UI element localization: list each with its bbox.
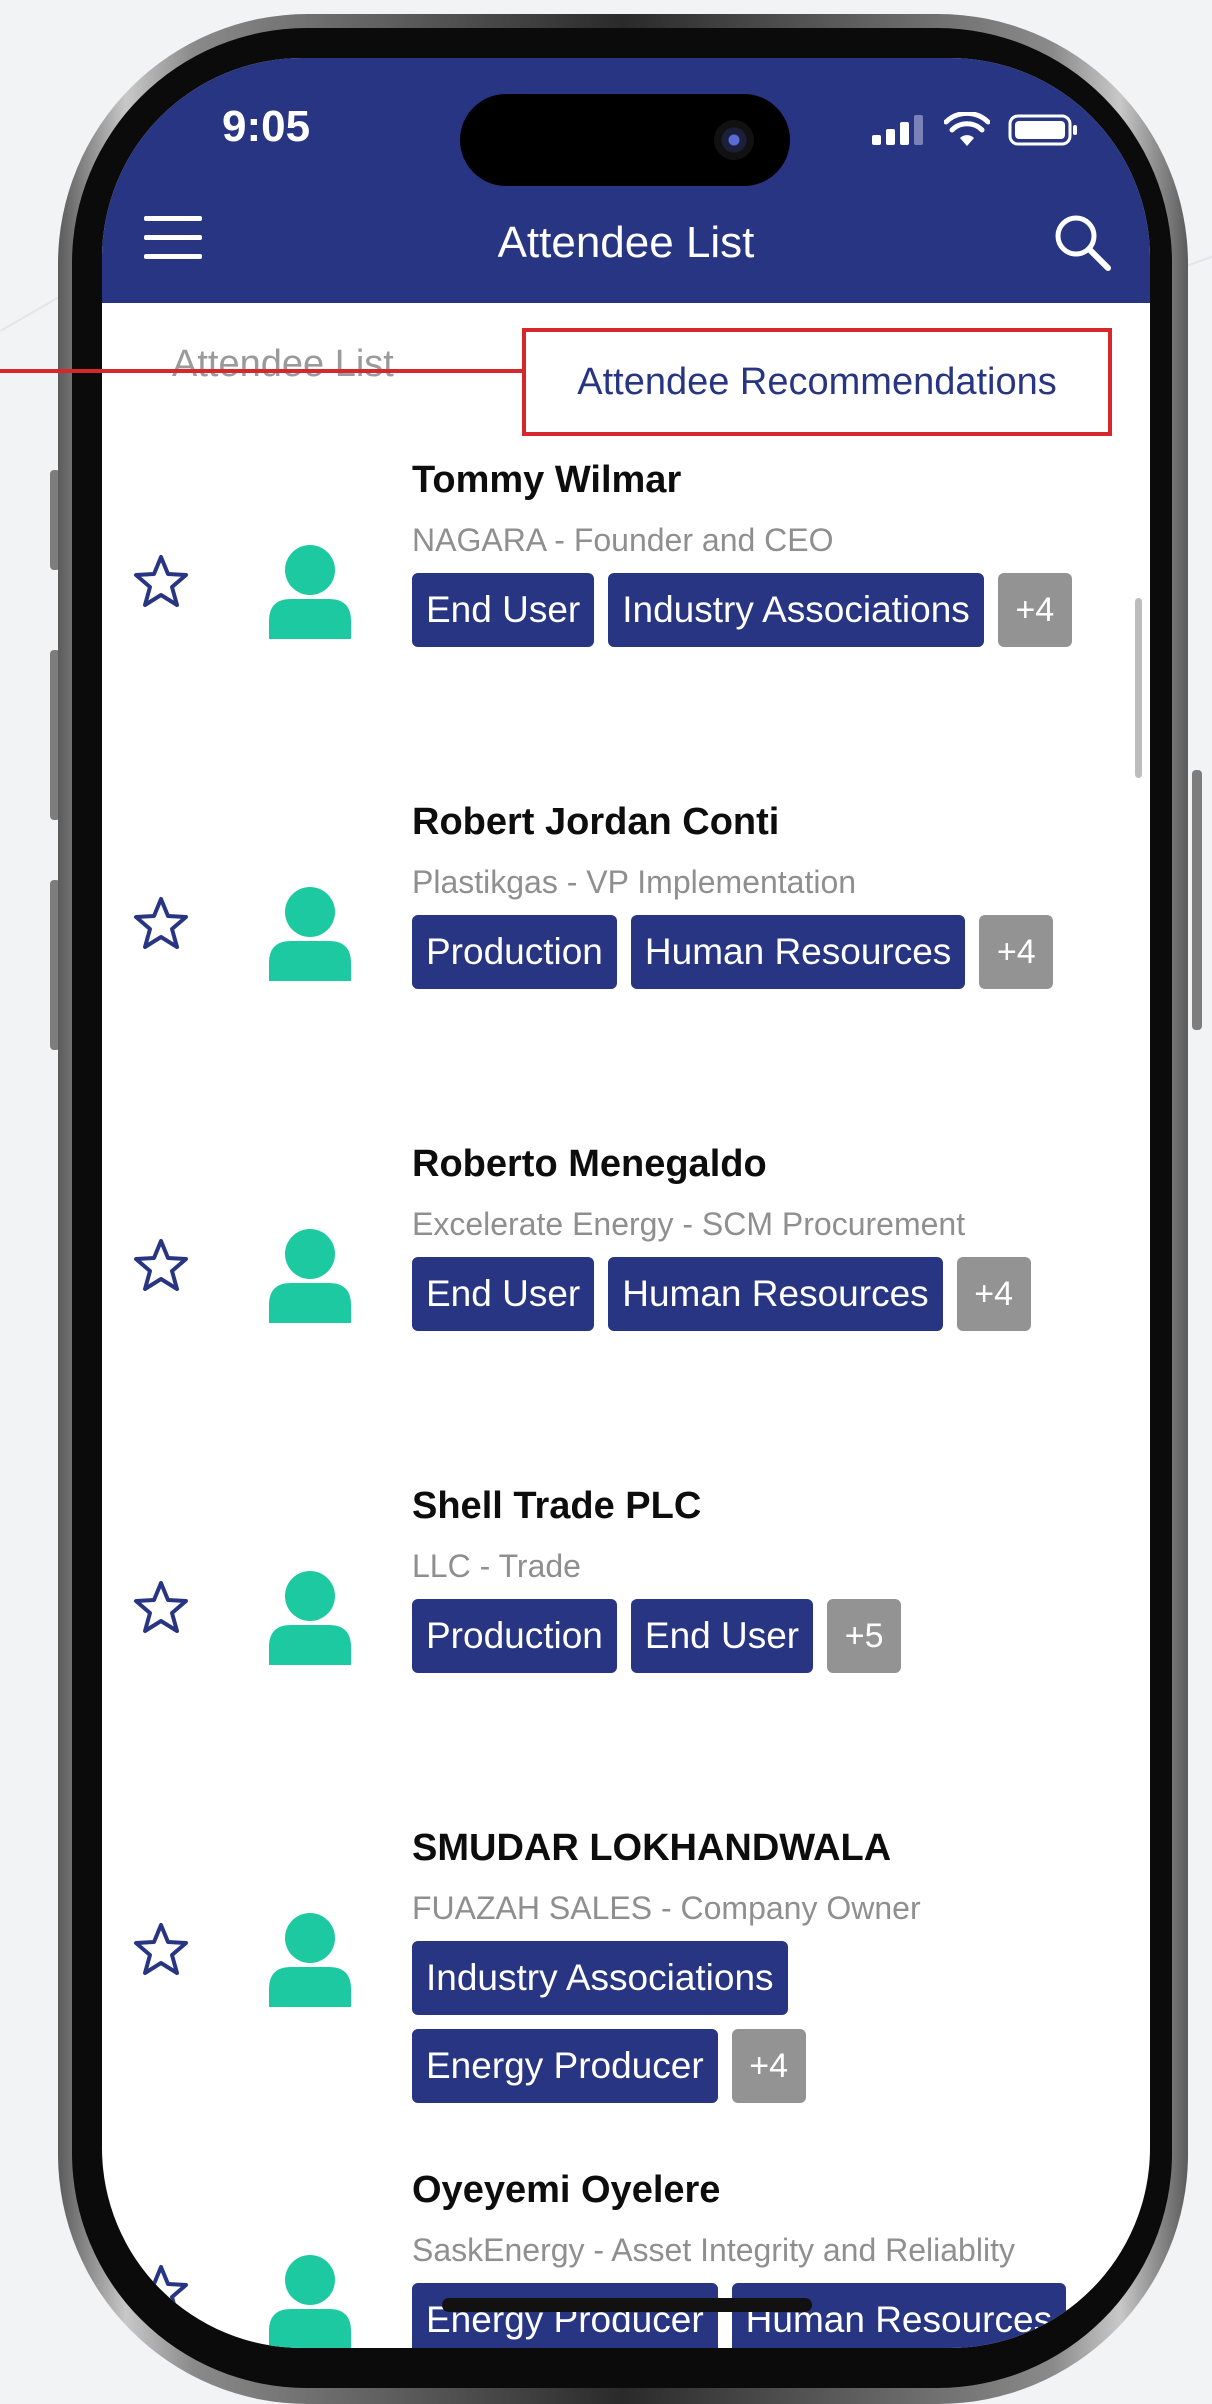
tag-list: End User Human Resources +4 — [412, 1257, 1102, 1331]
attendee-name: Roberto Menegaldo — [412, 1143, 767, 1185]
attendee-row[interactable]: Tommy Wilmar NAGARA - Founder and CEO En… — [102, 433, 1150, 775]
avatar-icon — [269, 1571, 351, 1665]
tab-attendee-recommendations[interactable]: Attendee Recommendations — [522, 328, 1112, 436]
status-icons — [870, 110, 1080, 150]
attendee-name: Robert Jordan Conti — [412, 801, 780, 843]
status-time: 9:05 — [222, 102, 311, 151]
tag-list: Production End User +5 — [412, 1599, 1102, 1673]
tag-list: Production Human Resources +4 — [412, 915, 1102, 989]
attendee-info: Robert Jordan Conti Plastikgas - VP Impl… — [412, 797, 1112, 989]
tag-chip[interactable]: End User — [630, 1599, 814, 1673]
wifi-icon — [944, 112, 990, 146]
star-icon[interactable] — [132, 895, 190, 953]
attendee-list: Tommy Wilmar NAGARA - Founder and CEO En… — [102, 433, 1150, 2348]
attendee-info: SMUDAR LOKHANDWALA FUAZAH SALES - Compan… — [412, 1823, 1112, 2103]
more-tags-badge[interactable]: +5 — [827, 1599, 902, 1673]
attendee-company: Excelerate Energy - SCM Procurement — [412, 1206, 966, 1242]
phone-screen: 9:05 Attendee List Attendee List Attende… — [102, 58, 1150, 2348]
tag-chip[interactable]: Industry Associations — [608, 573, 984, 647]
tag-list: Energy Producer Human Resources — [412, 2283, 1102, 2348]
battery-icon — [1008, 114, 1077, 146]
attendee-row[interactable]: Oyeyemi Oyelere SaskEnergy - Asset Integ… — [102, 2143, 1150, 2348]
avatar-icon — [269, 2255, 351, 2348]
avatar-icon — [269, 887, 351, 981]
attendee-name: Oyeyemi Oyelere — [412, 2169, 721, 2211]
tag-chip[interactable]: Human Resources — [630, 915, 966, 989]
attendee-company: NAGARA - Founder and CEO — [412, 522, 834, 558]
avatar-icon — [269, 545, 351, 639]
app-header: 9:05 Attendee List — [102, 58, 1150, 303]
tag-chip[interactable]: Production — [412, 915, 617, 989]
attendee-row[interactable]: Robert Jordan Conti Plastikgas - VP Impl… — [102, 775, 1150, 1117]
tag-chip[interactable]: Human Resources — [731, 2283, 1067, 2348]
attendee-company: SaskEnergy - Asset Integrity and Reliabl… — [412, 2232, 1015, 2268]
star-icon[interactable] — [132, 1579, 190, 1637]
tag-list: End User Industry Associations +4 — [412, 573, 1102, 647]
search-button[interactable] — [1050, 210, 1114, 274]
star-icon[interactable] — [132, 2263, 190, 2321]
star-icon[interactable] — [132, 553, 190, 611]
power-button — [1192, 770, 1202, 1030]
attendee-row[interactable]: SMUDAR LOKHANDWALA FUAZAH SALES - Compan… — [102, 1801, 1150, 2143]
tag-chip[interactable]: Human Resources — [608, 1257, 943, 1331]
attendee-name: SMUDAR LOKHANDWALA — [412, 1827, 892, 1869]
tab-bar: Attendee List Attendee Recommendations — [102, 303, 1150, 436]
attendee-row[interactable]: Roberto Menegaldo Excelerate Energy - SC… — [102, 1117, 1150, 1459]
avatar-icon — [269, 1913, 351, 2007]
tag-chip[interactable]: End User — [412, 573, 595, 647]
attendee-info: Tommy Wilmar NAGARA - Founder and CEO En… — [412, 455, 1112, 647]
more-tags-badge[interactable]: +4 — [956, 1257, 1031, 1331]
avatar-icon — [269, 1229, 351, 1323]
search-icon — [1055, 215, 1111, 271]
attendee-company: Plastikgas - VP Implementation — [412, 864, 857, 900]
attendee-info: Shell Trade PLC LLC - Trade Production En… — [412, 1481, 1112, 1673]
attendee-company: LLC - Trade — [412, 1548, 581, 1584]
callout-line — [0, 369, 526, 373]
more-tags-badge[interactable]: +4 — [997, 573, 1072, 647]
attendee-info: Roberto Menegaldo Excelerate Energy - SC… — [412, 1139, 1112, 1331]
home-indicator[interactable] — [442, 2298, 812, 2312]
attendee-row[interactable]: Shell Trade PLC LLC - Trade Production En… — [102, 1459, 1150, 1801]
camera-icon — [714, 120, 754, 160]
attendee-company: FUAZAH SALES - Company Owner — [412, 1890, 921, 1926]
attendee-info: Oyeyemi Oyelere SaskEnergy - Asset Integ… — [412, 2165, 1112, 2348]
tag-chip[interactable]: Production — [412, 1599, 617, 1673]
tag-chip[interactable]: Industry Associations — [412, 1941, 788, 2015]
attendee-name: Tommy Wilmar — [412, 459, 682, 501]
tab-label: Attendee Recommendations — [577, 360, 1057, 403]
attendee-name: Shell Trade PLC — [412, 1485, 702, 1527]
more-tags-badge[interactable]: +4 — [731, 2029, 806, 2103]
tag-chip[interactable]: Energy Producer — [412, 2283, 718, 2348]
tab-attendee-list[interactable]: Attendee List — [172, 343, 394, 386]
star-icon[interactable] — [132, 1237, 190, 1295]
star-icon[interactable] — [132, 1921, 190, 1979]
tag-chip[interactable]: End User — [412, 1257, 595, 1331]
tag-list: Industry Associations Energy Producer +4 — [412, 1941, 852, 2103]
page-title: Attendee List — [497, 218, 755, 267]
tag-chip[interactable]: Energy Producer — [412, 2029, 718, 2103]
signal-icon — [872, 115, 923, 145]
more-tags-badge[interactable]: +4 — [979, 915, 1054, 989]
